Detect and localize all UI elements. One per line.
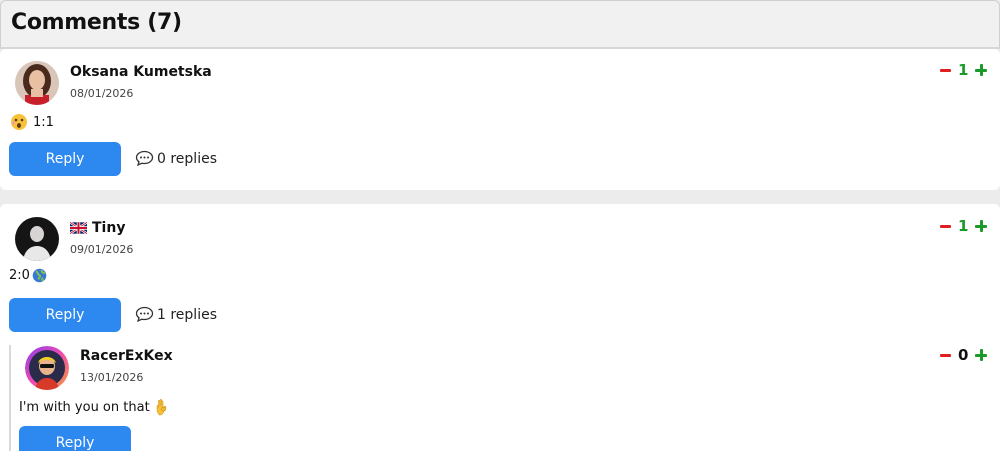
- reply-thread-line: [9, 345, 11, 451]
- speech-bubble-icon: [135, 150, 154, 167]
- reply-button[interactable]: Reply: [9, 142, 121, 176]
- comment-date: 09/01/2026: [70, 243, 134, 256]
- downvote-icon[interactable]: [940, 68, 951, 72]
- surprised-face-emoji-icon: [11, 114, 27, 130]
- downvote-icon[interactable]: [940, 224, 951, 228]
- reply-button[interactable]: Reply: [9, 298, 121, 332]
- comment-date: 08/01/2026: [70, 87, 134, 100]
- globe-emoji-icon: [32, 268, 47, 283]
- vote-controls: 1: [940, 61, 988, 79]
- speech-bubble-icon: [135, 306, 154, 323]
- comment-date: 13/01/2026: [80, 371, 144, 384]
- author-name[interactable]: Tiny: [92, 220, 125, 236]
- comments-header: Comments (7): [0, 0, 1000, 48]
- comment-text-row: 1:1: [10, 113, 54, 131]
- comment-card: Tiny 09/01/2026 2:0 Reply 1 replies 1 Ra…: [0, 204, 1000, 451]
- vote-controls: 0: [940, 346, 988, 364]
- avatar[interactable]: [25, 346, 69, 390]
- author-name-row: Tiny: [70, 220, 125, 236]
- vote-score: 1: [958, 61, 969, 79]
- author-name[interactable]: RacerExKex: [80, 348, 173, 364]
- upvote-icon[interactable]: [975, 64, 988, 76]
- vote-score: 0: [958, 346, 969, 364]
- vote-controls: 1: [940, 217, 988, 235]
- replies-count: 1 replies: [157, 306, 217, 323]
- upvote-icon[interactable]: [975, 349, 988, 361]
- replies-count: 0 replies: [157, 150, 217, 167]
- replies-toggle[interactable]: 0 replies: [135, 150, 217, 167]
- ok-hand-emoji-icon: [156, 398, 166, 416]
- comment-text: 1:1: [33, 114, 54, 130]
- replies-toggle[interactable]: 1 replies: [135, 306, 217, 323]
- reply-button[interactable]: Reply: [19, 426, 131, 451]
- uk-flag-icon: [70, 222, 87, 234]
- avatar[interactable]: [15, 217, 59, 261]
- downvote-icon[interactable]: [940, 353, 951, 357]
- author-name[interactable]: Oksana Kumetska: [70, 64, 212, 80]
- avatar[interactable]: [15, 61, 59, 105]
- comment-text: 2:0: [9, 268, 30, 283]
- comment-text-row: 2:0: [9, 268, 47, 283]
- comment-text-row: I'm with you on that: [19, 398, 171, 416]
- upvote-icon[interactable]: [975, 220, 988, 232]
- comment-card: Oksana Kumetska 08/01/2026 1:1 Reply 0 r…: [0, 49, 1000, 190]
- comment-text: I'm with you on that: [19, 399, 150, 415]
- vote-score: 1: [958, 217, 969, 235]
- comments-title: Comments (7): [11, 10, 182, 35]
